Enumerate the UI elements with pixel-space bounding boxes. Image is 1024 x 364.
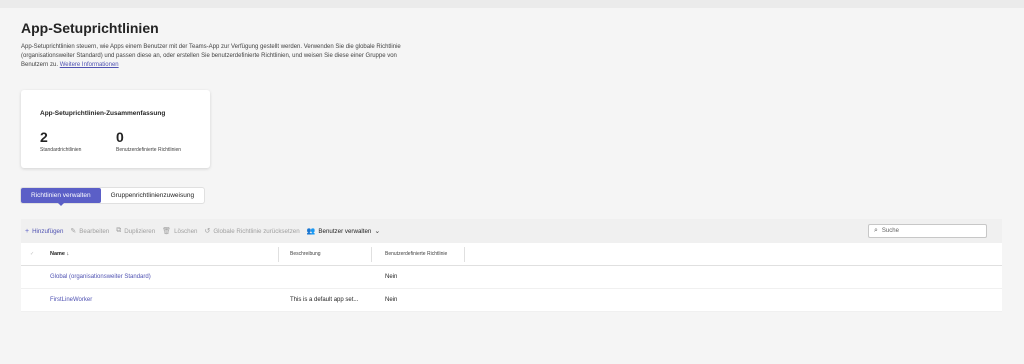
search-icon: ⌕ <box>874 227 878 234</box>
column-header-description[interactable]: Beschreibung <box>290 243 321 266</box>
add-button[interactable]: + Hinzufügen <box>25 228 63 235</box>
add-label: Hinzufügen <box>32 227 64 235</box>
pencil-icon: ✎ <box>70 228 77 235</box>
top-bar <box>0 0 1024 8</box>
policy-name-link[interactable]: FirstLineWorker <box>50 289 92 312</box>
summary-card-title: App-Setuprichtlinien-Zusammenfassung <box>40 110 166 117</box>
column-divider <box>371 247 372 262</box>
column-divider <box>464 247 465 262</box>
people-icon: 👥 <box>306 228 316 235</box>
manage-users-button[interactable]: 👥 Benutzer verwalten ⌄ <box>306 227 381 236</box>
standard-policies-count: 2 <box>40 129 48 145</box>
column-header-name[interactable]: Name ↓ <box>50 243 69 266</box>
main-content: App-Setuprichtlinien App-Setuprichtlinie… <box>0 8 1024 364</box>
tab-bar: Richtlinien verwalten Gruppenrichtlinien… <box>21 188 205 206</box>
summary-card: App-Setuprichtlinien-Zusammenfassung 2 S… <box>21 90 210 168</box>
toolbar: + Hinzufügen ✎ Bearbeiten ⧉ Duplizieren 🗑 Lö… <box>21 219 1002 243</box>
custom-policies-stat: 0 Benutzerdefinierte Richtlinien <box>116 129 181 153</box>
reset-global-button[interactable]: ↺ Globale Richtlinie zurücksetzen <box>204 227 300 236</box>
policy-description: This is a default app set... <box>290 297 359 303</box>
duplicate-label: Duplizieren <box>124 227 156 235</box>
page-title: App-Setuprichtlinien <box>21 20 159 36</box>
chevron-down-icon: ⌄ <box>374 228 381 235</box>
policy-custom-value: Nein <box>385 297 398 303</box>
custom-policies-label: Benutzerdefinierte Richtlinien <box>116 147 182 153</box>
edit-label: Bearbeiten <box>79 227 110 235</box>
edit-button[interactable]: ✎ Bearbeiten <box>70 227 110 236</box>
column-header-custom[interactable]: Benutzerdefinierte Richtlinie <box>385 243 447 266</box>
table-row[interactable]: FirstLineWorker This is a default app se… <box>21 289 1002 312</box>
delete-label: Löschen <box>174 227 198 235</box>
plus-icon: + <box>25 227 30 235</box>
policy-custom-value: Nein <box>385 274 398 280</box>
tab-group-policy-assignment[interactable]: Gruppenrichtlinienzuweisung <box>101 188 204 203</box>
reset-icon: ↺ <box>204 228 211 235</box>
search-input[interactable]: ⌕ Suche <box>868 224 987 238</box>
select-all-checkbox[interactable]: ✓ <box>30 243 34 266</box>
search-placeholder: Suche <box>881 228 899 234</box>
trash-icon: 🗑 <box>162 228 172 235</box>
column-divider <box>278 247 279 262</box>
reset-global-label: Globale Richtlinie zurücksetzen <box>213 227 300 235</box>
tab-manage-policies[interactable]: Richtlinien verwalten <box>21 188 101 206</box>
standard-policies-label: Standardrichtlinien <box>40 147 82 153</box>
page-description: App-Setuprichtlinien steuern, wie Apps e… <box>21 43 401 70</box>
table-row[interactable]: Global (organisationsweiter Standard) Ne… <box>21 266 1002 289</box>
delete-button[interactable]: 🗑 Löschen <box>162 227 198 236</box>
duplicate-button[interactable]: ⧉ Duplizieren <box>116 227 155 235</box>
learn-more-link[interactable]: Weitere Informationen <box>60 62 119 68</box>
policy-name-link[interactable]: Global (organisationsweiter Standard) <box>50 266 151 289</box>
copy-icon: ⧉ <box>116 227 122 234</box>
policies-panel: + Hinzufügen ✎ Bearbeiten ⧉ Duplizieren 🗑 Lö… <box>21 219 1002 312</box>
manage-users-label: Benutzer verwalten <box>318 227 372 235</box>
custom-policies-count: 0 <box>116 129 124 145</box>
table-header: ✓ Name ↓ Beschreibung Benutzerdefinierte… <box>21 243 1002 266</box>
standard-policies-stat: 2 Standardrichtlinien <box>40 129 81 153</box>
